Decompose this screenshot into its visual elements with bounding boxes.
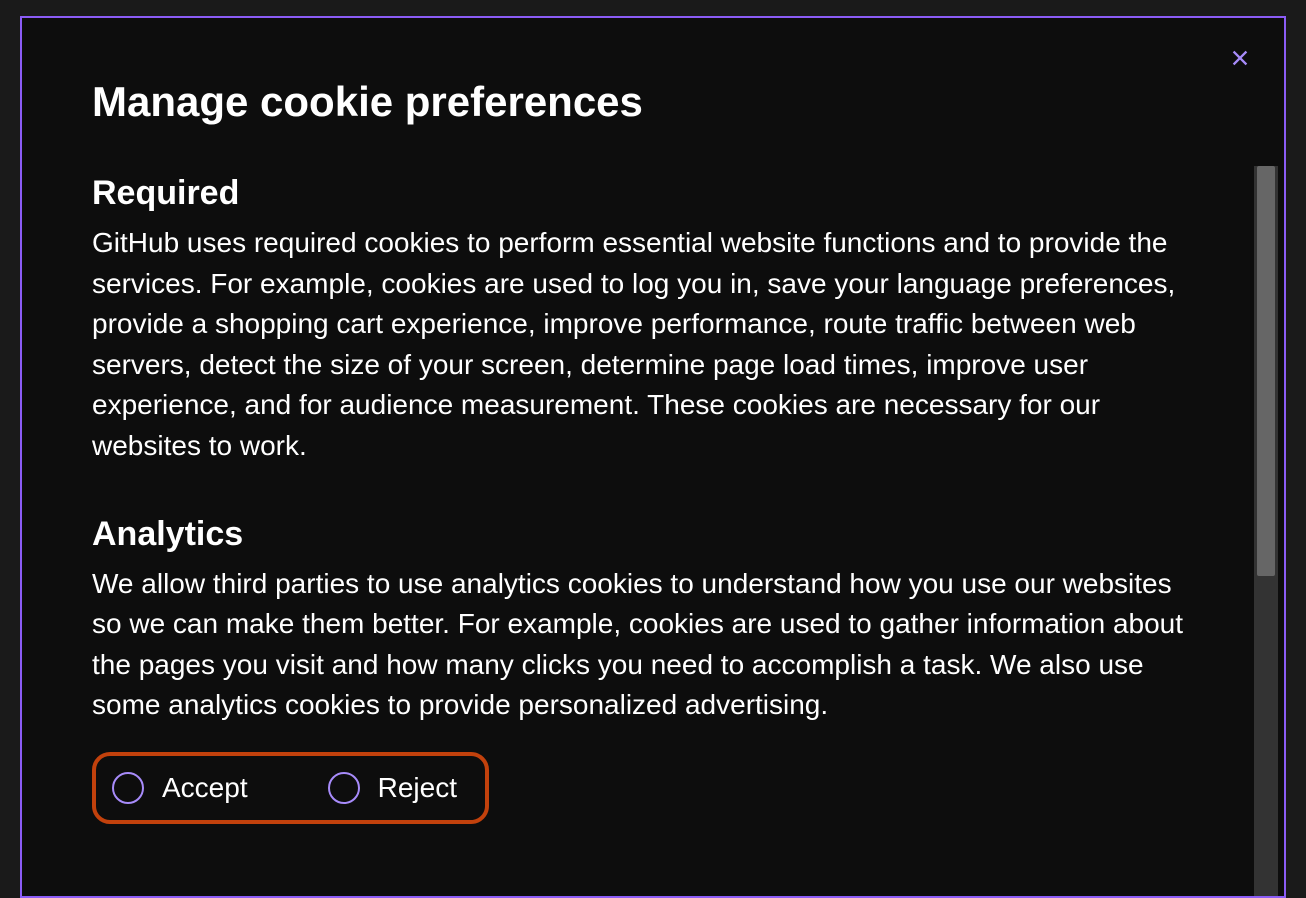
- section-body: GitHub uses required cookies to perform …: [92, 223, 1184, 467]
- scrollbar-thumb[interactable]: [1257, 166, 1275, 576]
- reject-radio-option[interactable]: Reject: [328, 772, 457, 804]
- cookie-preferences-modal: Manage cookie preferences Required GitHu…: [20, 16, 1286, 898]
- section-body: We allow third parties to use analytics …: [92, 564, 1184, 726]
- modal-scroll-area[interactable]: Required GitHub uses required cookies to…: [92, 174, 1214, 852]
- modal-content: Manage cookie preferences Required GitHu…: [22, 18, 1284, 896]
- accept-radio-label: Accept: [162, 772, 248, 804]
- analytics-radio-group: Accept Reject: [92, 752, 489, 824]
- section-heading: Required: [92, 174, 1184, 213]
- section-required: Required GitHub uses required cookies to…: [92, 174, 1184, 467]
- section-analytics: Analytics We allow third parties to use …: [92, 515, 1184, 824]
- close-button[interactable]: [1226, 44, 1254, 72]
- reject-radio-label: Reject: [378, 772, 457, 804]
- close-icon: [1229, 47, 1251, 69]
- accept-radio-option[interactable]: Accept: [112, 772, 248, 804]
- radio-icon: [328, 772, 360, 804]
- radio-icon: [112, 772, 144, 804]
- modal-title: Manage cookie preferences: [92, 78, 1214, 126]
- section-heading: Analytics: [92, 515, 1184, 554]
